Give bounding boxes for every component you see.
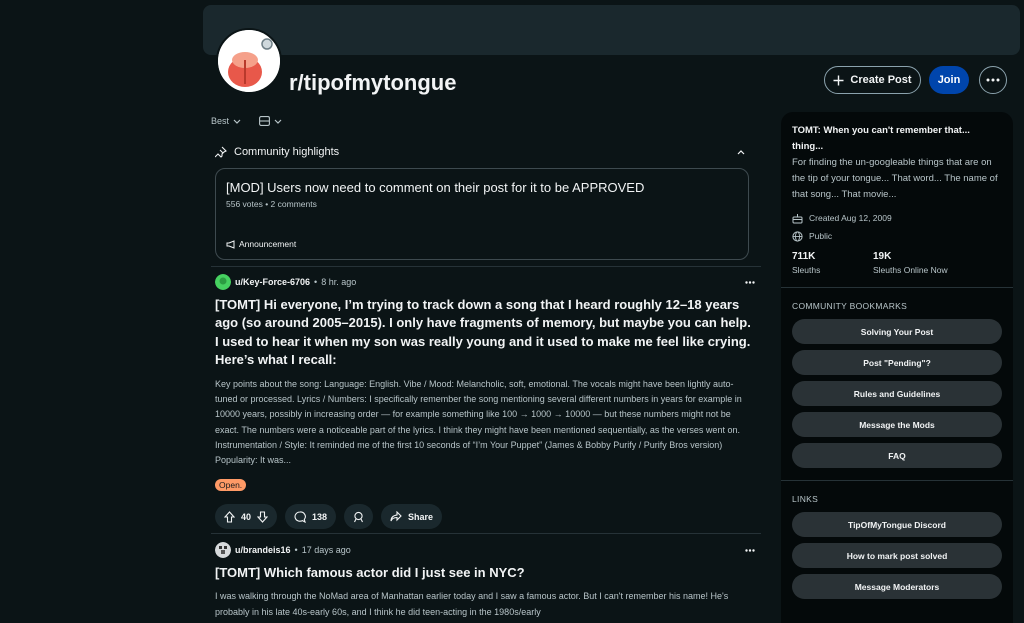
more-icon <box>986 78 1000 82</box>
post-header: u/brandeis16 • 17 days ago <box>215 542 755 558</box>
share-button[interactable]: Share <box>381 504 443 530</box>
community-highlights-label: Community highlights <box>234 146 340 158</box>
announcement-tag: Announcement <box>226 239 296 249</box>
post-card[interactable]: u/brandeis16 • 17 days ago [TOMT] Which … <box>215 542 755 620</box>
megaphone-icon <box>226 239 235 249</box>
card-view-icon <box>259 116 270 126</box>
community-sidebar: TOMT: When you can't remember that... th… <box>781 112 1013 623</box>
community-highlights-header[interactable]: Community highlights <box>215 146 745 158</box>
plus-icon <box>833 75 844 85</box>
online-count: 19K <box>873 251 892 262</box>
meta-separator: • <box>294 545 298 555</box>
meta-separator: • <box>314 277 318 287</box>
comments-button[interactable]: 138 <box>285 504 337 530</box>
post-header: u/Key-Force-6706 • 8 hr. ago <box>215 274 755 290</box>
members-label: Sleuths <box>792 265 821 275</box>
community-description: For finding the un-googleable things tha… <box>792 157 998 200</box>
post-title[interactable]: [TOMT] Which famous actor did I just see… <box>215 564 755 582</box>
more-options-button[interactable] <box>979 66 1007 94</box>
post-body[interactable]: Key points about the song: Language: Eng… <box>215 377 755 469</box>
online-label: Sleuths Online Now <box>873 265 948 275</box>
announcement-label: Announcement <box>239 239 297 249</box>
subreddit-banner <box>203 5 1020 55</box>
more-icon[interactable] <box>745 280 755 284</box>
share-label: Share <box>408 511 434 522</box>
community-stats: 711K Sleuths 19K Sleuths Online Now <box>792 251 1002 275</box>
post-card[interactable]: u/Key-Force-6706 • 8 hr. ago [TOMT] Hi e… <box>215 274 755 530</box>
award-button[interactable] <box>344 504 374 530</box>
sort-dropdown[interactable]: Best <box>211 116 241 126</box>
subreddit-avatar <box>216 28 282 94</box>
link-mark-solved[interactable]: How to mark post solved <box>792 543 1002 568</box>
visibility-label: Public <box>809 231 833 241</box>
links-heading: LINKS <box>792 494 819 504</box>
share-icon <box>390 511 402 522</box>
created-date: Created Aug 12, 2009 <box>809 213 892 223</box>
created-row: Created Aug 12, 2009 <box>792 209 1002 227</box>
downvote-icon[interactable] <box>257 511 269 523</box>
cake-icon <box>792 213 803 223</box>
user-avatar[interactable] <box>215 542 231 558</box>
pin-icon <box>215 146 227 158</box>
bookmarks-heading: COMMUNITY BOOKMARKS <box>792 301 908 311</box>
view-dropdown[interactable] <box>259 116 282 126</box>
members-count: 711K <box>792 251 816 262</box>
vote-count: 40 <box>241 511 252 522</box>
chevron-up-icon[interactable] <box>737 149 745 155</box>
post-body[interactable]: I was walking through the NoMad area of … <box>215 589 755 620</box>
bookmark-message-mods[interactable]: Message the Mods <box>792 412 1002 437</box>
join-button[interactable]: Join <box>929 66 969 94</box>
subreddit-name: r/tipofmytongue <box>289 70 457 95</box>
award-icon <box>354 511 364 523</box>
post-time: 17 days ago <box>301 545 351 555</box>
join-label: Join <box>937 74 961 86</box>
create-post-button[interactable]: Create Post <box>824 66 921 94</box>
highlight-card[interactable]: [MOD] Users now need to comment on their… <box>215 168 749 260</box>
user-avatar[interactable] <box>215 274 231 290</box>
chevron-down-icon <box>233 119 241 124</box>
post-time: 8 hr. ago <box>321 277 357 287</box>
feed-divider <box>211 533 761 534</box>
post-flair[interactable]: Open. <box>215 479 247 492</box>
post-author[interactable]: u/Key-Force-6706 <box>235 277 310 287</box>
bookmark-rules[interactable]: Rules and Guidelines <box>792 381 1002 406</box>
post-actions: 40 138 Share <box>215 504 755 530</box>
online-stat: 19K Sleuths Online Now <box>873 251 954 275</box>
bookmark-solving-your-post[interactable]: Solving Your Post <box>792 319 1002 344</box>
post-title[interactable]: [TOMT] Hi everyone, I’m trying to track … <box>215 296 755 370</box>
post-author[interactable]: u/brandeis16 <box>235 545 291 555</box>
create-post-label: Create Post <box>850 74 912 86</box>
globe-icon <box>792 230 803 242</box>
upvote-icon[interactable] <box>224 511 235 523</box>
link-message-moderators[interactable]: Message Moderators <box>792 574 1002 599</box>
bookmark-faq[interactable]: FAQ <box>792 443 1002 468</box>
comment-count: 138 <box>312 511 328 522</box>
highlight-meta: 556 votes • 2 comments <box>226 199 317 209</box>
members-stat: 711K Sleuths <box>792 251 873 275</box>
feed-controls: Best <box>211 116 282 126</box>
vote-group: 40 <box>215 504 278 530</box>
community-tagline: TOMT: When you can't remember that... th… <box>792 125 970 152</box>
comment-icon <box>294 511 306 523</box>
sort-label: Best <box>211 116 230 126</box>
feed-divider <box>211 266 761 267</box>
chevron-down-icon <box>274 119 282 124</box>
bookmark-post-pending[interactable]: Post "Pending"? <box>792 350 1002 375</box>
highlight-title[interactable]: [MOD] Users now need to comment on their… <box>226 180 738 195</box>
visibility-row: Public <box>792 227 1002 245</box>
link-discord[interactable]: TipOfMyTongue Discord <box>792 512 1002 537</box>
more-icon[interactable] <box>745 548 755 552</box>
